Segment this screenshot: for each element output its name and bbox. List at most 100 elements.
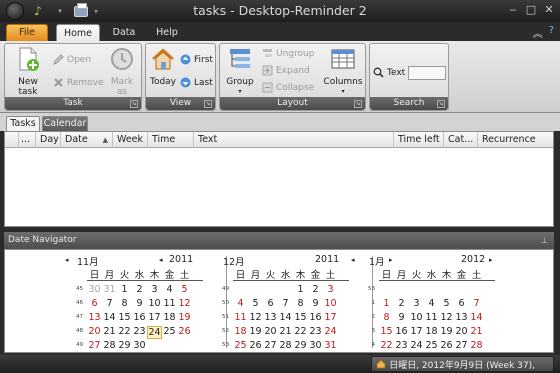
help-icon[interactable]: ? xyxy=(549,25,554,40)
calendar-day[interactable]: 9 xyxy=(394,312,409,323)
calendar-day[interactable]: 3 xyxy=(409,298,424,309)
calendar-day[interactable]: 28 xyxy=(469,340,484,351)
calendar-day[interactable]: 26 xyxy=(248,340,263,351)
col-recurrence[interactable]: Recurrence xyxy=(478,132,554,148)
year-arrow-icon[interactable]: ◂ xyxy=(159,256,163,264)
calendar-day[interactable]: 26 xyxy=(177,326,192,337)
calendar-day[interactable]: 30 xyxy=(87,284,102,295)
calendar-day[interactable]: 1 xyxy=(293,284,308,295)
calendar-day[interactable]: 20 xyxy=(87,326,102,337)
calendar-day[interactable]: 25 xyxy=(162,326,177,337)
month-picker-arrow-icon[interactable]: ▸ xyxy=(389,256,393,264)
col-text[interactable]: Text xyxy=(194,132,394,148)
calendar-day[interactable]: 12 xyxy=(248,312,263,323)
calendar-day[interactable]: 19 xyxy=(439,326,454,337)
calendar-day[interactable]: 13 xyxy=(454,312,469,323)
calendar-day[interactable]: 3 xyxy=(323,284,338,295)
calendar-day[interactable]: 5 xyxy=(439,298,454,309)
calendar-day[interactable]: 5 xyxy=(177,284,192,295)
calendar-day[interactable]: 22 xyxy=(117,326,132,337)
calendar-day[interactable]: 15 xyxy=(293,312,308,323)
calendar-day[interactable]: 15 xyxy=(117,312,132,323)
calendar-day[interactable]: 25 xyxy=(424,340,439,351)
collapse-button[interactable]: Collapse xyxy=(262,80,314,95)
dialog-launcher-icon[interactable]: ↘ xyxy=(204,100,212,108)
calendar-day[interactable]: 4 xyxy=(233,298,248,309)
calendar-day[interactable]: 10 xyxy=(323,298,338,309)
group-button[interactable]: Group ▾ xyxy=(224,46,256,97)
col-time[interactable]: Time xyxy=(148,132,194,148)
calendar-day[interactable]: 3 xyxy=(147,284,162,295)
calendar-day[interactable]: 14 xyxy=(278,312,293,323)
calendar-day[interactable]: 17 xyxy=(323,312,338,323)
calendar-day[interactable]: 10 xyxy=(409,312,424,323)
calendar-day[interactable]: 28 xyxy=(278,340,293,351)
calendar-day[interactable]: 6 xyxy=(263,298,278,309)
tab-tasks[interactable]: Tasks xyxy=(6,116,40,131)
calendar-day[interactable]: 11 xyxy=(162,298,177,309)
tab-calendar[interactable]: Calendar xyxy=(42,116,88,131)
calendar-day[interactable]: 31 xyxy=(323,340,338,351)
prev-month-icon[interactable]: ◂ xyxy=(65,256,69,264)
col-date[interactable]: Date ▲ xyxy=(61,132,113,148)
calendar-day[interactable]: 21 xyxy=(469,326,484,337)
calendar-day[interactable]: 31 xyxy=(102,284,117,295)
maximize-icon[interactable]: □ xyxy=(524,3,538,17)
calendar-day[interactable]: 9 xyxy=(132,298,147,309)
calendar-day[interactable]: 16 xyxy=(394,326,409,337)
calendar-day[interactable]: 27 xyxy=(87,340,102,351)
calendar-day[interactable]: 6 xyxy=(454,298,469,309)
calendar-day[interactable]: 21 xyxy=(102,326,117,337)
calendar-day[interactable]: 4 xyxy=(162,284,177,295)
next-month-icon[interactable]: ▸ xyxy=(489,256,493,264)
calendar-day[interactable]: 8 xyxy=(117,298,132,309)
calendar-day[interactable]: 13 xyxy=(263,312,278,323)
calendar-day[interactable]: 14 xyxy=(102,312,117,323)
tab-file[interactable]: File xyxy=(6,24,48,41)
calendar-day[interactable]: 30 xyxy=(132,340,147,351)
calendar-day[interactable]: 26 xyxy=(439,340,454,351)
calendar-day[interactable]: 17 xyxy=(147,312,162,323)
calendar-day[interactable]: 12 xyxy=(439,312,454,323)
pin-icon[interactable]: ⊥ xyxy=(541,232,548,249)
last-button[interactable]: Last xyxy=(180,75,213,90)
columns-button[interactable]: Columns ▾ xyxy=(323,46,363,97)
calendar-day[interactable]: 5 xyxy=(248,298,263,309)
calendar-day[interactable]: 7 xyxy=(469,298,484,309)
dialog-launcher-icon[interactable]: ↘ xyxy=(354,100,362,108)
col-week[interactable]: Week xyxy=(113,132,148,148)
calendar-day[interactable]: 18 xyxy=(424,326,439,337)
calendar-day[interactable]: 23 xyxy=(132,326,147,337)
calendar-day[interactable]: 11 xyxy=(233,312,248,323)
today-button[interactable]: Today xyxy=(148,46,178,87)
minimize-icon[interactable]: ‒ xyxy=(506,3,520,17)
calendar-day[interactable]: 9 xyxy=(308,298,323,309)
calendar-day[interactable]: 2 xyxy=(308,284,323,295)
ribbon-minimize-icon[interactable]: ︽ xyxy=(533,25,543,40)
calendar-day[interactable]: 28 xyxy=(102,340,117,351)
calendar-day[interactable]: 19 xyxy=(177,312,192,323)
calendar-day[interactable]: 24 xyxy=(409,340,424,351)
calendar-day[interactable]: 11 xyxy=(424,312,439,323)
new-task-button[interactable]: New task xyxy=(9,46,47,97)
col-category[interactable]: Cat... xyxy=(444,132,478,148)
close-icon[interactable]: ✕ xyxy=(542,3,556,17)
calendar-day[interactable]: 22 xyxy=(293,326,308,337)
calendar-day[interactable]: 14 xyxy=(469,312,484,323)
calendar-day[interactable]: 24 xyxy=(323,326,338,337)
col-time-left[interactable]: Time left xyxy=(394,132,444,148)
tab-data[interactable]: Data xyxy=(107,24,141,41)
calendar-day[interactable]: 27 xyxy=(454,340,469,351)
calendar-day[interactable]: 13 xyxy=(87,312,102,323)
calendar-day[interactable]: 22 xyxy=(379,340,394,351)
col-options[interactable]: ... xyxy=(19,132,36,148)
calendar-day[interactable]: 17 xyxy=(409,326,424,337)
calendar-day[interactable]: 16 xyxy=(308,312,323,323)
col-day[interactable]: Day xyxy=(36,132,61,148)
calendar-day[interactable]: 27 xyxy=(263,340,278,351)
calendar-day[interactable]: 30 xyxy=(308,340,323,351)
tab-help[interactable]: Help xyxy=(150,24,184,41)
task-grid[interactable]: ... Day Date ▲ Week Time Text Time left … xyxy=(4,131,554,227)
month-arrow-icon[interactable]: ◂ xyxy=(351,256,355,264)
calendar-day[interactable]: 10 xyxy=(147,298,162,309)
